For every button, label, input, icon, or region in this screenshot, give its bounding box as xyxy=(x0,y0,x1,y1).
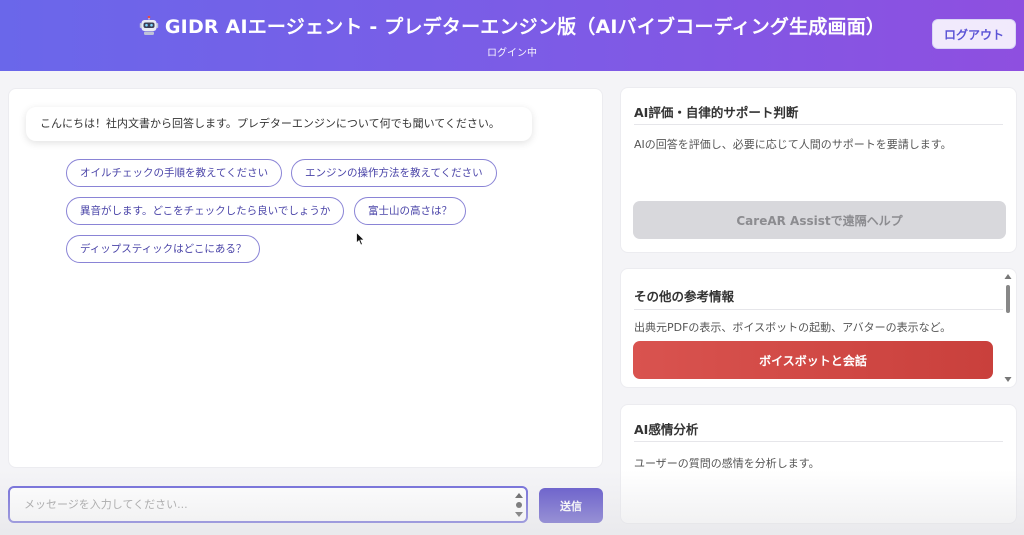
send-button[interactable]: 送信 xyxy=(539,488,603,523)
divider xyxy=(634,441,1003,442)
robot-icon xyxy=(139,16,159,35)
page-title: GIDR AIエージェント - プレデターエンジン版（AIバイブコーディング生成… xyxy=(0,12,1024,39)
sentiment-card-description: ユーザーの質問の感情を分析します。 xyxy=(634,457,820,470)
scrollbar[interactable] xyxy=(1003,271,1013,385)
suggestion-chip[interactable]: 富士山の高さは？ xyxy=(354,197,466,225)
divider xyxy=(634,309,1003,310)
suggestion-chip[interactable]: オイルチェックの手順を教えてください xyxy=(66,159,283,187)
suggestion-chip[interactable]: エンジンの操作方法を教えてください xyxy=(291,159,497,187)
logout-button[interactable]: ログアウト xyxy=(932,19,1016,49)
chat-panel: こんにちは！社内文書から回答します。プレデターエンジンについて何でも聞いてくださ… xyxy=(8,88,603,468)
reference-card-description: 出典元PDFの表示、ボイスボットの起動、アバターの表示など。 xyxy=(634,321,952,334)
bot-message: こんにちは！社内文書から回答します。プレデターエンジンについて何でも聞いてくださ… xyxy=(26,107,532,141)
divider xyxy=(634,124,1003,125)
mouse-cursor-icon xyxy=(356,232,366,246)
sentiment-card: AI感情分析 ユーザーの質問の感情を分析します。 xyxy=(620,404,1017,524)
evaluation-card-title: AI評価・自律的サポート判断 xyxy=(634,105,799,120)
evaluation-card: AI評価・自律的サポート判断 AIの回答を評価し、必要に応じて人間のサポートを要… xyxy=(620,87,1017,253)
input-spinner-icon[interactable] xyxy=(513,489,525,521)
reference-card: その他の参考情報 出典元PDFの表示、ボイスボットの起動、アバターの表示など。 … xyxy=(620,268,1017,388)
message-input[interactable] xyxy=(8,486,528,523)
page-title-text: GIDR AIエージェント - プレデターエンジン版（AIバイブコーディング生成… xyxy=(164,16,886,38)
carear-help-button[interactable]: CareAR Assistで遠隔ヘルプ xyxy=(633,201,1006,239)
suggestion-chip[interactable]: 異音がします。どこをチェックしたら良いでしょうか xyxy=(66,197,345,225)
login-status: ログイン中 xyxy=(487,48,537,59)
reference-card-title: その他の参考情報 xyxy=(634,289,735,304)
evaluation-card-description: AIの回答を評価し、必要に応じて人間のサポートを要請します。 xyxy=(634,138,952,151)
suggestion-chip[interactable]: ディップスティックはどこにある？ xyxy=(66,235,261,263)
voicebot-button[interactable]: ボイスボットと会話 xyxy=(633,341,993,379)
app-header: GIDR AIエージェント - プレデターエンジン版（AIバイブコーディング生成… xyxy=(0,0,1024,71)
sentiment-card-title: AI感情分析 xyxy=(634,422,699,437)
